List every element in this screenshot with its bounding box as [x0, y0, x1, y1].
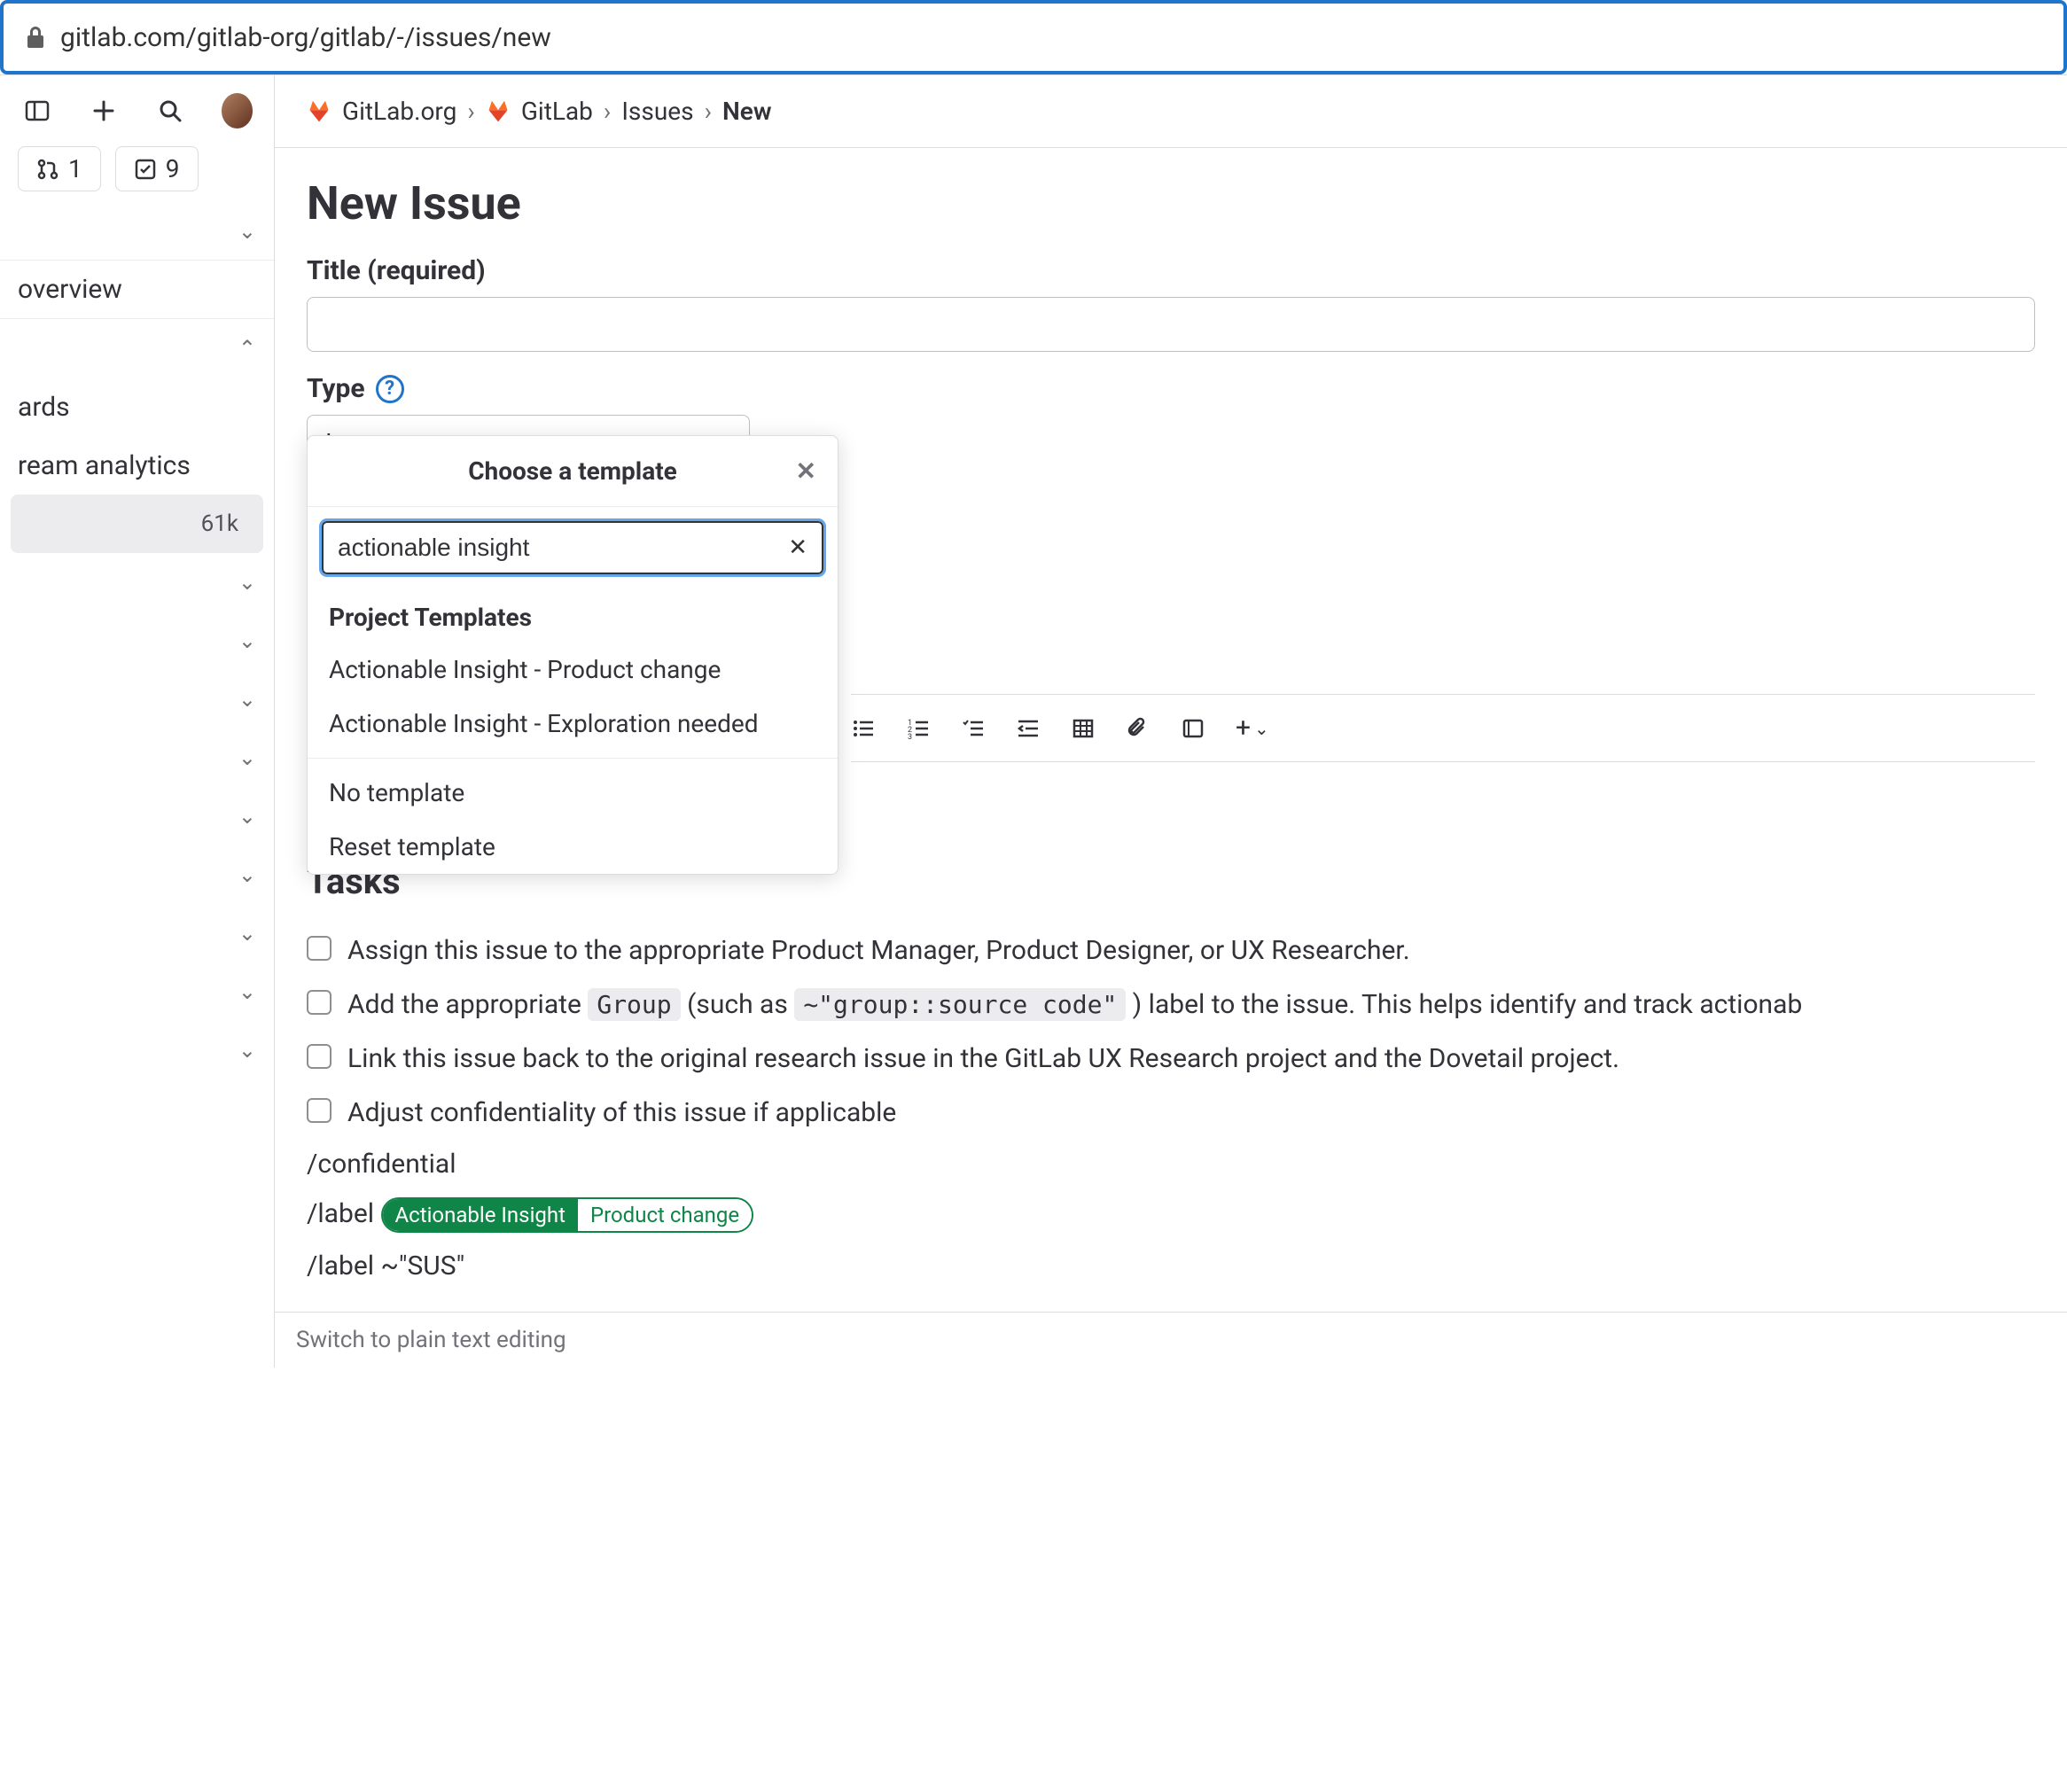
svg-text:3: 3 [908, 733, 912, 741]
chevron-down-icon: ⌄ [238, 1038, 256, 1063]
breadcrumb-org[interactable]: GitLab.org [342, 97, 456, 126]
sidebar-row-6[interactable]: ⌄ [0, 553, 274, 612]
task-list-icon[interactable] [961, 716, 987, 741]
chevron-down-icon: ⌄ [238, 804, 256, 829]
task-row: Add the appropriate Group (such as ~"gro… [307, 978, 2035, 1032]
template-item-product-change[interactable]: Actionable Insight - Product change [308, 643, 838, 697]
panel-icon[interactable] [21, 93, 52, 129]
sidebar-row-2[interactable]: ⌃ [0, 319, 274, 378]
lock-icon [25, 25, 46, 50]
title-label: Title (required) [307, 255, 2035, 286]
page-title: New Issue [307, 176, 2035, 230]
breadcrumb: GitLab.org › GitLab › Issues › New [275, 75, 2067, 148]
template-search-input[interactable]: ✕ [322, 521, 823, 574]
dropdown-section: Project Templates [308, 588, 838, 643]
slash-label-pill: /label Actionable Insight Product change [307, 1188, 2035, 1242]
outdent-icon[interactable] [1016, 716, 1042, 741]
sidebar-stream-analytics[interactable]: ream analytics [0, 436, 274, 495]
sidebar-row-14[interactable]: ⌄ [0, 1021, 274, 1079]
task-row: Link this issue back to the original res… [307, 1032, 2035, 1086]
code-chip: Group [588, 988, 680, 1021]
chevron-down-icon: ⌄ [238, 862, 256, 887]
plus-icon[interactable] [88, 93, 119, 129]
todo-count: 9 [166, 154, 180, 183]
code-chip: ~"group::source code" [794, 988, 1126, 1021]
label-pill[interactable]: Actionable Insight Product change [381, 1197, 754, 1233]
sidebar-row-11[interactable]: ⌄ [0, 845, 274, 904]
chevron-down-icon: ⌄ [238, 687, 256, 712]
sidebar-row-7[interactable]: ⌄ [0, 612, 274, 670]
chevron-down-icon: ⌄ [238, 219, 256, 244]
chevron-down-icon: ⌄ [238, 628, 256, 653]
chevron-up-icon: ⌃ [238, 336, 256, 361]
attachment-icon[interactable] [1126, 716, 1152, 741]
gitlab-icon [486, 99, 511, 124]
checkbox[interactable] [307, 990, 332, 1015]
search-icon[interactable] [155, 93, 186, 129]
merge-requests-pill[interactable]: 1 [18, 146, 101, 191]
task-row: Adjust confidentiality of this issue if … [307, 1086, 2035, 1140]
reset-template[interactable]: Reset template [308, 820, 838, 874]
breadcrumb-project[interactable]: GitLab [521, 97, 593, 126]
checkbox[interactable] [307, 1044, 332, 1069]
editor-toolbar: 123 +⌄ [851, 694, 2035, 762]
merge-icon [36, 158, 59, 181]
table-icon[interactable] [1071, 716, 1097, 741]
chevron-down-icon: ⌄ [238, 745, 256, 770]
url-bar[interactable]: gitlab.com/gitlab-org/gitlab/-/issues/ne… [0, 0, 2067, 74]
chevron-down-icon: ⌄ [238, 979, 256, 1004]
sidebar-row-10[interactable]: ⌄ [0, 787, 274, 845]
sidebar-row-8[interactable]: ⌄ [0, 670, 274, 728]
template-dropdown: Choose a template ✕ ✕ Project Templates … [307, 435, 838, 875]
slash-confidential: /confidential [307, 1140, 2035, 1188]
task-row: Assign this issue to the appropriate Pro… [307, 923, 2035, 978]
chevron-down-icon: ⌄ [238, 570, 256, 595]
sidebar-overview[interactable]: overview [0, 261, 274, 319]
sidebar-active-issues[interactable]: 61k [11, 495, 263, 553]
slash-label-sus: /label ~"SUS" [307, 1242, 2035, 1290]
merge-count: 1 [68, 154, 82, 183]
no-template[interactable]: No template [308, 766, 838, 820]
count-badge: 61k [187, 509, 253, 539]
clear-icon[interactable]: ✕ [788, 534, 807, 561]
bullet-list-icon[interactable] [851, 716, 878, 741]
url-text: gitlab.com/gitlab-org/gitlab/-/issues/ne… [60, 22, 551, 53]
sidebar-row-0[interactable]: ⌄ [0, 202, 274, 261]
checkbox[interactable] [307, 1098, 332, 1123]
checkbox[interactable] [307, 936, 332, 961]
template-item-exploration[interactable]: Actionable Insight - Exploration needed [308, 697, 838, 751]
breadcrumb-issues[interactable]: Issues [621, 97, 693, 126]
chevron-down-icon: ⌄ [238, 921, 256, 946]
todo-pill[interactable]: 9 [115, 146, 199, 191]
top-toolbar [0, 75, 274, 146]
sidebar-row-12[interactable]: ⌄ [0, 904, 274, 962]
help-icon[interactable]: ? [376, 375, 404, 403]
numbered-list-icon[interactable]: 123 [906, 716, 932, 741]
todo-icon [134, 158, 157, 181]
sidebar-boards[interactable]: ards [0, 378, 274, 436]
sidebar-row-9[interactable]: ⌄ [0, 728, 274, 787]
more-icon[interactable]: +⌄ [1236, 713, 1262, 744]
dropdown-header: Choose a template ✕ [308, 436, 838, 507]
code-block-icon[interactable] [1181, 716, 1207, 741]
sidebar-row-13[interactable]: ⌄ [0, 962, 274, 1021]
switch-editor-link[interactable]: Switch to plain text editing [275, 1312, 2067, 1367]
close-icon[interactable]: ✕ [796, 456, 816, 486]
type-label: Type ? [307, 373, 2035, 404]
title-input[interactable] [307, 297, 2035, 352]
avatar[interactable] [222, 93, 253, 129]
gitlab-icon [307, 99, 332, 124]
breadcrumb-current: New [722, 97, 772, 126]
